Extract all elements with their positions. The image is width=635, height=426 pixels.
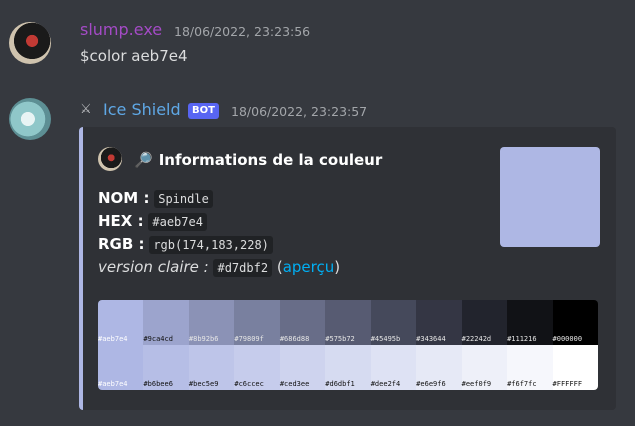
swatch-label: #FFFFFF	[552, 380, 583, 388]
swatch-label: #c6ccec	[234, 380, 264, 388]
palette-swatch: #b6bee6	[143, 345, 189, 390]
palette-swatch: #343644	[416, 300, 462, 345]
embed-author-icon	[98, 147, 122, 171]
swatch-label: #aeb7e4	[98, 380, 128, 388]
palette-swatch: #9ca4cd	[143, 300, 189, 345]
palette-swatch: #bec5e9	[188, 345, 235, 390]
swatch-label: #aeb7e4	[98, 335, 128, 343]
author-name[interactable]: slump.exe	[80, 20, 162, 39]
embed: 🔎 Informations de la couleur NOM : Spindl…	[79, 127, 616, 410]
palette-swatch: #000000	[552, 300, 598, 345]
swatch-label: #b6bee6	[143, 380, 173, 388]
author-name[interactable]: Ice Shield	[103, 100, 181, 119]
field-value: #d7dbf2	[213, 259, 273, 277]
palette-swatch: #d6dbf1	[325, 345, 371, 390]
palette-swatch: #45495b	[370, 300, 417, 345]
color-thumbnail[interactable]	[500, 147, 600, 247]
timestamp: 18/06/2022, 23:23:57	[231, 104, 368, 119]
palette-swatch: #c6ccec	[234, 345, 280, 390]
swatch-label: #bec5e9	[188, 380, 219, 388]
author-name-text[interactable]: slump.exe	[80, 20, 162, 39]
swatch-label: #dee2f4	[370, 380, 401, 388]
palette-swatch: #8b92b6	[188, 300, 235, 345]
palette-swatch: #575b72	[325, 300, 371, 345]
palette-swatch: #ced3ee	[279, 345, 326, 390]
swatch-label: #8b92b6	[188, 335, 219, 343]
palette-swatch: #686d88	[279, 300, 326, 345]
magnifier-icon: 🔎	[134, 151, 153, 169]
preview-link[interactable]: aperçu	[283, 258, 335, 276]
swatch-label: #9ca4cd	[143, 335, 173, 343]
palette-swatch: #eef0f9	[461, 345, 508, 390]
field-value: #aeb7e4	[148, 213, 207, 231]
palette-dark-row: #aeb7e4 #9ca4cd #8b92b6 #79809f #686d88 #575b…	[98, 300, 598, 345]
swatch-label: #22242d	[461, 335, 492, 343]
avatar[interactable]	[9, 22, 51, 64]
field-value: Spindle	[154, 190, 213, 208]
palette-swatch: #aeb7e4	[98, 300, 144, 345]
swatch-label: #f6f7fc	[507, 380, 537, 388]
palette-swatch: #dee2f4	[370, 345, 417, 390]
role-icon: ⚔	[80, 102, 92, 117]
field-hex: HEX : #aeb7e4	[98, 212, 207, 231]
message-content: $color aeb7e4	[80, 47, 188, 65]
palette-swatch: #aeb7e4	[98, 345, 144, 390]
swatch-label: #d6dbf1	[325, 380, 355, 388]
field-label: version claire :	[98, 258, 209, 276]
swatch-label: #79809f	[234, 335, 264, 343]
swatch-label: #e6e9f6	[416, 380, 446, 388]
embed-title: 🔎 Informations de la couleur	[134, 151, 382, 169]
paren-open: (	[272, 258, 283, 276]
field-name: NOM : Spindle	[98, 189, 213, 208]
field-label: RGB :	[98, 235, 145, 253]
field-label: HEX :	[98, 212, 144, 230]
palette-swatch: #111216	[507, 300, 553, 345]
palette-light-row: #aeb7e4 #b6bee6 #bec5e9 #c6ccec #ced3ee #d6db…	[98, 345, 598, 390]
swatch-label: #111216	[507, 335, 537, 343]
swatch-label: #686d88	[279, 335, 310, 343]
embed-title-text: Informations de la couleur	[158, 151, 383, 169]
bot-badge: BOT	[188, 103, 219, 119]
swatch-label: #45495b	[370, 335, 401, 343]
palette-swatch: #22242d	[461, 300, 508, 345]
field-value: rgb(174,183,228)	[149, 236, 273, 254]
timestamp: 18/06/2022, 23:23:56	[174, 24, 311, 39]
swatch-label: #eef0f9	[461, 380, 492, 388]
palette-swatch: #f6f7fc	[507, 345, 553, 390]
swatch-label: #575b72	[325, 335, 355, 343]
field-label: NOM :	[98, 189, 150, 207]
author-name-text[interactable]: Ice Shield	[103, 100, 181, 119]
palette-swatch: #FFFFFF	[552, 345, 598, 390]
avatar[interactable]	[9, 98, 51, 140]
palette-swatch: #79809f	[234, 300, 280, 345]
field-light-version: version claire : #d7dbf2 (aperçu)	[98, 258, 341, 277]
palette-swatch: #e6e9f6	[416, 345, 462, 390]
swatch-label: #000000	[552, 335, 583, 343]
swatch-label: #ced3ee	[279, 380, 310, 388]
swatch-label: #343644	[416, 335, 446, 343]
field-rgb: RGB : rgb(174,183,228)	[98, 235, 273, 254]
paren-close: )	[334, 258, 341, 276]
color-palette-image[interactable]: #aeb7e4 #9ca4cd #8b92b6 #79809f #686d88 #575b…	[98, 300, 598, 390]
